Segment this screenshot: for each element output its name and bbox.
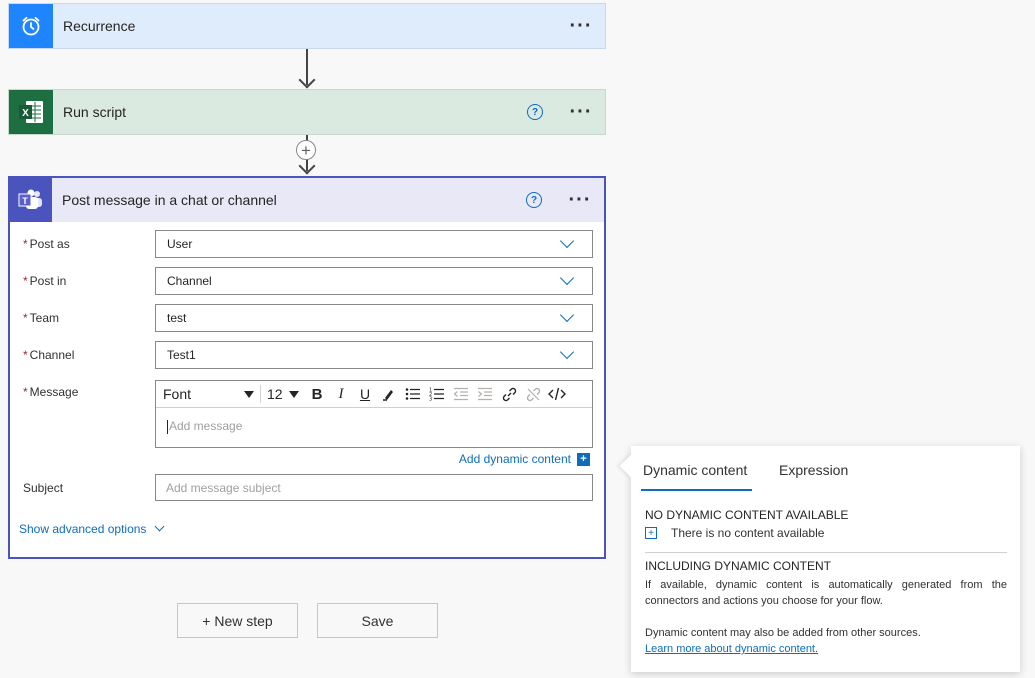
arrow-head	[298, 71, 316, 89]
editor-toolbar: Font 12 B I U 123	[156, 381, 592, 408]
other-sources-text: Dynamic content may also be added from o…	[645, 627, 921, 639]
help-icon[interactable]: ?	[527, 104, 543, 120]
more-options-icon[interactable]: ···	[569, 102, 593, 122]
text-caret	[167, 419, 168, 434]
step-title: Run script	[63, 104, 127, 120]
show-advanced-options-label: Show advanced options	[19, 522, 147, 536]
post-in-label: * Post in	[23, 274, 66, 288]
team-label-text: Team	[29, 311, 60, 325]
post-as-dropdown[interactable]: User	[155, 230, 593, 258]
dynamic-content-panel: Dynamic content Expression NO DYNAMIC CO…	[619, 446, 1020, 672]
panel-pointer	[619, 454, 643, 478]
chevron-down-icon	[559, 307, 575, 323]
font-family-value: Font	[163, 386, 192, 402]
team-label: * Team	[23, 311, 59, 325]
add-content-icon: +	[645, 527, 657, 539]
message-editor[interactable]: Font 12 B I U 123 Add message	[155, 380, 593, 448]
channel-dropdown[interactable]: Test1	[155, 341, 593, 369]
including-heading: INCLUDING DYNAMIC CONTENT	[645, 559, 832, 573]
post-as-label: * Post as	[23, 237, 70, 251]
decrease-indent-icon[interactable]	[449, 383, 473, 405]
alarm-clock-icon	[9, 4, 53, 48]
post-as-label-text: Post as	[29, 237, 70, 251]
no-content-text: There is no content available	[671, 526, 825, 540]
message-label: * Message	[23, 385, 78, 399]
underline-icon[interactable]: U	[353, 383, 377, 405]
show-advanced-options[interactable]: Show advanced options	[19, 521, 165, 536]
run-script-step-card[interactable]: X Run script ? ···	[8, 89, 606, 135]
subject-placeholder: Add message subject	[166, 480, 281, 495]
learn-more-link[interactable]: Learn more about dynamic content.	[645, 641, 1007, 657]
message-placeholder: Add message	[169, 419, 243, 433]
add-content-icon: +	[577, 452, 590, 466]
italic-icon[interactable]: I	[329, 383, 353, 405]
subject-input[interactable]: Add message subject	[155, 474, 593, 501]
font-size-value: 12	[267, 386, 283, 402]
required-marker: *	[23, 237, 28, 251]
chevron-down-icon	[559, 344, 575, 360]
no-content-heading: NO DYNAMIC CONTENT AVAILABLE	[645, 508, 849, 522]
increase-indent-icon[interactable]	[473, 383, 497, 405]
active-tab-indicator	[641, 489, 752, 491]
channel-value: Test1	[167, 348, 196, 362]
no-content-row: + There is no content available	[645, 526, 824, 540]
more-options-icon[interactable]: ···	[568, 190, 592, 210]
required-marker: *	[23, 385, 28, 399]
required-marker: *	[23, 274, 28, 288]
message-label-text: Message	[29, 385, 79, 399]
font-size-dropdown[interactable]: 12	[261, 386, 305, 402]
more-options-icon[interactable]: ···	[569, 16, 593, 36]
step-title: Post message in a chat or channel	[62, 192, 277, 208]
save-button[interactable]: Save	[317, 603, 438, 638]
required-marker: *	[23, 311, 28, 325]
excel-icon: X	[9, 90, 53, 134]
svg-text:X: X	[22, 108, 29, 119]
step-title: Recurrence	[63, 18, 136, 34]
highlight-icon[interactable]	[377, 383, 401, 405]
help-icon[interactable]: ?	[526, 192, 542, 208]
required-marker: *	[23, 348, 28, 362]
arrow-head	[298, 157, 316, 175]
new-step-button[interactable]: + New step	[177, 603, 298, 638]
svg-text:T: T	[22, 196, 28, 206]
svg-text:3: 3	[429, 397, 432, 402]
caret-down-icon	[289, 390, 299, 398]
post-in-label-text: Post in	[29, 274, 67, 288]
add-dynamic-content-label: Add dynamic content	[458, 452, 571, 466]
post-in-dropdown[interactable]: Channel	[155, 267, 593, 295]
add-dynamic-content-link[interactable]: Add dynamic content +	[459, 452, 590, 466]
subject-label: Subject	[23, 481, 64, 495]
team-dropdown[interactable]: test	[155, 304, 593, 332]
bold-icon[interactable]: B	[305, 383, 329, 405]
unlink-icon[interactable]	[521, 383, 545, 405]
post-message-step-card[interactable]: T Post message in a chat or channel ? ··…	[8, 176, 606, 559]
team-value: test	[167, 311, 187, 325]
post-as-value: User	[167, 237, 193, 251]
teams-icon: T	[10, 178, 52, 222]
message-text-area[interactable]: Add message	[156, 408, 592, 445]
channel-label: * Channel	[23, 348, 74, 362]
numbered-list-icon[interactable]: 123	[425, 383, 449, 405]
font-family-dropdown[interactable]: Font	[156, 386, 260, 402]
tab-expression[interactable]: Expression	[779, 462, 848, 478]
tab-dynamic-content[interactable]: Dynamic content	[643, 462, 747, 478]
bullet-list-icon[interactable]	[401, 383, 425, 405]
section-divider	[645, 552, 1007, 553]
link-icon[interactable]	[497, 383, 521, 405]
caret-down-icon	[244, 390, 254, 398]
channel-label-text: Channel	[29, 348, 75, 362]
post-in-value: Channel	[167, 274, 212, 288]
including-text: If available, dynamic content is automat…	[645, 579, 1007, 607]
chevron-down-icon	[559, 270, 575, 286]
code-view-icon[interactable]	[545, 383, 569, 405]
chevron-down-icon	[559, 233, 575, 249]
chevron-down-icon	[154, 521, 165, 532]
recurrence-step-card[interactable]: Recurrence ···	[8, 3, 606, 49]
